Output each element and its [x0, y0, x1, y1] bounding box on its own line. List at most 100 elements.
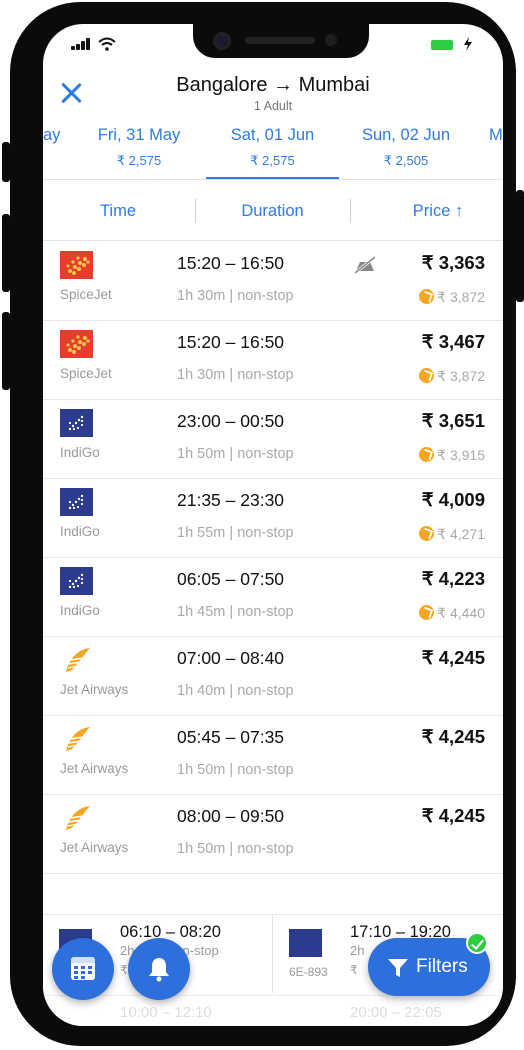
- flight-price: ₹ 3,467: [421, 331, 485, 352]
- original-price: ₹ 3,915: [419, 447, 485, 464]
- original-price: ₹ 3,872: [419, 289, 485, 306]
- date-tabs: ay Fri, 31 May ₹ 2,575 Sat, 01 Jun ₹ 2,5…: [43, 118, 503, 180]
- volume-up-button: [2, 214, 10, 292]
- original-price-value: ₹ 4,271: [437, 526, 485, 542]
- date-label: Sun, 02 Jun: [361, 126, 451, 144]
- airline-name: SpiceJet: [60, 287, 112, 302]
- flight-row[interactable]: IndiGo 23:00 – 00:50 1h 50m | non-stop ₹ 3,…: [43, 400, 503, 479]
- airline-name: SpiceJet: [60, 366, 112, 381]
- calendar-button[interactable]: [52, 938, 114, 1000]
- original-price-value: ₹ 4,440: [437, 605, 485, 621]
- spicejet-logo: [60, 251, 93, 279]
- date-tab-sun-02-jun[interactable]: Sun, 02 Jun ₹ 2,505: [336, 118, 476, 179]
- airline-name: IndiGo: [60, 524, 100, 539]
- flight-price: ₹: [350, 963, 358, 977]
- passenger-count: 1 Adult: [253, 99, 293, 113]
- indigo-logo: [60, 409, 93, 437]
- flight-row[interactable]: Jet Airways 07:00 – 08:40 1h 40m | non-sto…: [43, 637, 503, 716]
- indigo-logo: [60, 488, 93, 516]
- flight-price: ₹ 4,245: [421, 647, 485, 668]
- close-button[interactable]: [58, 80, 84, 106]
- discount-icon: [419, 368, 435, 383]
- flight-duration: 1h 50m | non-stop: [177, 446, 294, 462]
- jet-airways-logo: [60, 646, 93, 674]
- spicejet-logo: [60, 330, 93, 358]
- flight-price: ₹ 4,245: [421, 805, 485, 826]
- flight-duration: 1h 40m | non-stop: [177, 683, 294, 699]
- mute-switch: [2, 142, 10, 182]
- sort-price-button[interactable]: Price ↑: [378, 181, 498, 241]
- flight-price: ₹: [120, 963, 128, 977]
- price-alert-button[interactable]: [128, 938, 190, 1000]
- flight-row[interactable]: SpiceJet 15:20 – 16:50 1h 30m | non-stop ₹ …: [43, 321, 503, 400]
- camera-icon: [213, 32, 231, 50]
- airline-name: Jet Airways: [60, 840, 129, 855]
- flight-row[interactable]: IndiGo 06:05 – 07:50 1h 45m | non-stop ₹ 4,…: [43, 558, 503, 637]
- flight-times: 10:00 – 12:10: [120, 1004, 212, 1021]
- flight-row[interactable]: Jet Airways 08:00 – 09:50 1h 50m | non-sto…: [43, 795, 503, 874]
- jet-airways-logo: [60, 804, 93, 832]
- discount-icon: [419, 526, 435, 541]
- power-button: [516, 190, 524, 302]
- flight-price: ₹ 4,009: [421, 489, 485, 510]
- flight-row[interactable]: Jet Airways 05:45 – 07:35 1h 50m | non-sto…: [43, 716, 503, 795]
- bell-icon: [149, 958, 169, 982]
- divider: [350, 199, 351, 223]
- flight-price: ₹ 4,245: [421, 726, 485, 747]
- flight-price: ₹ 3,651: [421, 410, 485, 431]
- jet-airways-logo: [60, 725, 93, 753]
- flight-code: 6E-893: [289, 965, 328, 979]
- date-tab-sat-01-jun[interactable]: Sat, 01 Jun ₹ 2,575: [206, 118, 339, 179]
- airline-name: Jet Airways: [60, 682, 129, 697]
- date-tab-partial-next[interactable]: M: [489, 126, 503, 145]
- volume-down-button: [2, 312, 10, 390]
- sort-bar: Time Duration Price ↑: [43, 181, 503, 241]
- no-meal-icon: [353, 255, 377, 275]
- date-price: ₹ 2,575: [116, 153, 162, 168]
- flight-times: 08:00 – 09:50: [177, 806, 285, 826]
- next-suggestion-row: 10:00 – 12:10 20:00 – 22:05: [43, 995, 503, 1025]
- signal-icon: [71, 38, 93, 50]
- filters-label: Filters: [416, 956, 468, 977]
- flight-times: 21:35 – 23:30: [177, 490, 285, 510]
- date-price: ₹ 2,505: [383, 153, 429, 168]
- flight-times: 15:20 – 16:50: [177, 253, 285, 273]
- app-screen: Bangalore → Mumbai 1 Adult ay Fri, 31 Ma…: [43, 24, 503, 1026]
- flight-row[interactable]: IndiGo 21:35 – 23:30 1h 55m | non-stop ₹ 4,…: [43, 479, 503, 558]
- sensor-icon: [325, 34, 337, 46]
- flight-times: 15:20 – 16:50: [177, 332, 285, 352]
- flight-times: 06:05 – 07:50: [177, 569, 285, 589]
- flight-duration: 1h 30m | non-stop: [177, 367, 294, 383]
- original-price-value: ₹ 3,872: [437, 289, 485, 305]
- date-label: Fri, 31 May: [97, 126, 181, 144]
- discount-icon: [419, 289, 435, 304]
- discount-icon: [419, 447, 435, 462]
- flight-price: ₹ 3,363: [421, 252, 485, 273]
- filter-icon: [388, 959, 408, 977]
- date-tab-fri-31-may[interactable]: Fri, 31 May ₹ 2,575: [69, 118, 209, 179]
- flight-duration: 2h: [350, 943, 365, 958]
- sort-time-button[interactable]: Time: [43, 181, 193, 241]
- date-tab-partial-prev[interactable]: ay: [43, 126, 60, 145]
- original-price-value: ₹ 3,872: [437, 368, 485, 384]
- airline-name: Jet Airways: [60, 761, 129, 776]
- sort-duration-button[interactable]: Duration: [196, 181, 349, 241]
- calendar-icon: [71, 957, 95, 980]
- original-price-value: ₹ 3,915: [437, 447, 485, 463]
- phone-frame: Bangalore → Mumbai 1 Adult ay Fri, 31 Ma…: [2, 2, 524, 1046]
- battery-icon: [431, 40, 453, 50]
- discount-icon: [419, 605, 435, 620]
- flight-duration: 1h 50m | non-stop: [177, 762, 294, 778]
- flight-times: 06:10 – 08:20: [120, 923, 221, 941]
- flight-times: 23:00 – 00:50: [177, 411, 285, 431]
- notch: [193, 24, 369, 58]
- original-price: ₹ 4,440: [419, 605, 485, 622]
- charging-icon: [464, 37, 472, 51]
- original-price: ₹ 4,271: [419, 526, 485, 543]
- flight-row[interactable]: SpiceJet 15:20 – 16:50 1h 30m | non-stop ₹ …: [43, 242, 503, 321]
- wifi-icon: [98, 37, 116, 51]
- speaker-grille: [245, 37, 315, 44]
- flight-times: 05:45 – 07:35: [177, 727, 285, 747]
- airline-name: IndiGo: [60, 603, 100, 618]
- date-label: Sat, 01 Jun: [230, 126, 315, 144]
